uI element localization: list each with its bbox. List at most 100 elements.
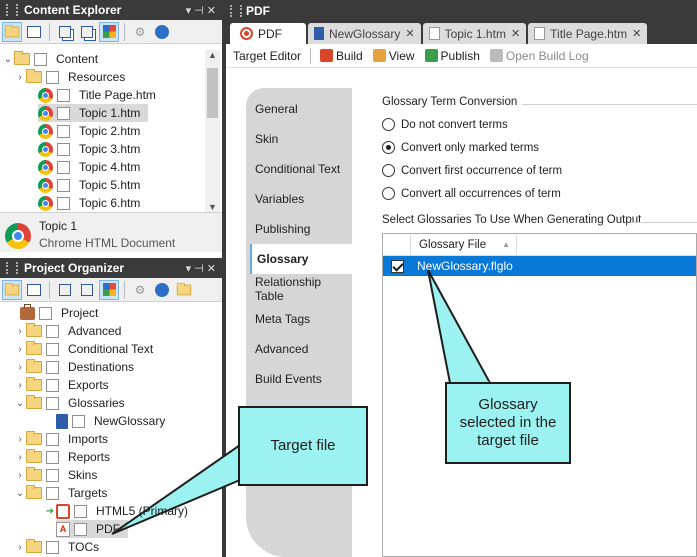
layout-dropdown-icon[interactable]	[24, 22, 44, 42]
tree-checkbox[interactable]	[57, 178, 70, 192]
tree-item[interactable]: › Conditional Text	[0, 340, 222, 358]
tree-item[interactable]: Topic 1.htm	[0, 104, 222, 122]
tree-checkbox[interactable]	[46, 396, 59, 410]
expand-arrow-icon[interactable]: ›	[14, 380, 26, 391]
side-tab-advanced[interactable]: Advanced	[254, 334, 352, 364]
tree-checkbox[interactable]	[46, 450, 59, 464]
side-tab-general[interactable]: General	[254, 94, 352, 124]
term-conversion-option[interactable]: Do not convert terms	[382, 118, 508, 131]
side-tab-build-events[interactable]: Build Events	[254, 364, 352, 394]
tab-title-page-htm[interactable]: Title Page.htm ✕	[528, 23, 648, 44]
grid-view-icon[interactable]	[99, 21, 119, 42]
tree-checkbox[interactable]	[57, 160, 70, 174]
tree-checkbox[interactable]	[46, 360, 59, 374]
build-button[interactable]: Build	[317, 49, 366, 63]
expand-arrow-icon[interactable]: ›	[14, 326, 26, 337]
tree-checkbox[interactable]	[57, 106, 70, 120]
tree-checkbox[interactable]	[46, 378, 59, 392]
expand-arrow-icon[interactable]: ⌄	[14, 488, 26, 499]
glossary-row[interactable]: NewGlossary.flglo	[383, 256, 696, 276]
tab-topic-1-htm[interactable]: Topic 1.htm ✕	[422, 23, 527, 44]
pane-controls[interactable]: ▾ ⊣ ✕	[186, 4, 216, 17]
glossary-file-column-header[interactable]: Glossary File ▲	[411, 233, 517, 256]
term-conversion-option[interactable]: Convert first occurrence of term	[382, 164, 562, 177]
tree-item[interactable]: › Resources	[0, 68, 222, 86]
expand-arrow-icon[interactable]: ›	[14, 362, 26, 373]
tree-item[interactable]: Project	[0, 304, 222, 322]
tree-checkbox[interactable]	[74, 504, 87, 518]
publish-button[interactable]: Publish	[422, 49, 483, 63]
duplicate-icon[interactable]	[77, 22, 97, 42]
tree-checkbox[interactable]	[46, 324, 59, 338]
tree-checkbox[interactable]	[46, 342, 59, 356]
scrollbar-thumb[interactable]	[207, 68, 218, 118]
close-icon[interactable]: ✕	[405, 27, 414, 40]
tree-checkbox[interactable]	[46, 540, 59, 554]
expand-arrow-icon[interactable]: ›	[14, 452, 26, 463]
tab-pdf[interactable]: PDF	[230, 23, 306, 44]
tree-checkbox[interactable]	[74, 522, 87, 536]
close-icon[interactable]: ✕	[511, 27, 520, 40]
side-tab-relationship-table[interactable]: Relationship Table	[254, 274, 352, 304]
copy-icon[interactable]	[55, 22, 75, 42]
tree-item[interactable]: › Skins	[0, 466, 222, 484]
tree-checkbox[interactable]	[57, 124, 70, 138]
content-explorer-scrollbar[interactable]: ▲ ▼	[205, 50, 220, 212]
side-tab-variables[interactable]: Variables	[254, 184, 352, 214]
glossary-checkbox[interactable]	[390, 259, 404, 273]
radio-button[interactable]	[382, 118, 395, 131]
expand-arrow-icon[interactable]: ›	[14, 434, 26, 445]
tree-item[interactable]: ⌄ Targets	[0, 484, 222, 502]
grip-icon[interactable]	[6, 262, 18, 274]
tree-item[interactable]: › Exports	[0, 376, 222, 394]
tree-checkbox[interactable]	[46, 432, 59, 446]
tree-item[interactable]: › TOCs	[0, 538, 222, 556]
radio-button[interactable]	[382, 164, 395, 177]
expand-arrow-icon[interactable]: ➜	[44, 506, 56, 517]
sync-icon[interactable]	[152, 22, 172, 42]
folder-view-icon[interactable]	[2, 21, 22, 42]
tree-item[interactable]: Topic 3.htm	[0, 140, 222, 158]
tree-item[interactable]: NewGlossary	[0, 412, 222, 430]
tab-newglossary[interactable]: NewGlossary ✕	[308, 23, 421, 44]
link-icon[interactable]: ⚙	[130, 22, 150, 42]
tree-checkbox[interactable]	[46, 468, 59, 482]
new-folder-icon[interactable]	[174, 280, 194, 300]
radio-button[interactable]	[382, 141, 395, 154]
grip-icon[interactable]	[6, 4, 18, 16]
side-tab-skin[interactable]: Skin	[254, 124, 352, 154]
grid-view-icon[interactable]	[99, 279, 119, 300]
tree-checkbox[interactable]	[46, 70, 59, 84]
tree-item[interactable]: › Destinations	[0, 358, 222, 376]
folder-view-icon[interactable]	[2, 279, 22, 300]
duplicate-icon[interactable]	[77, 280, 97, 300]
side-tab-meta-tags[interactable]: Meta Tags	[254, 304, 352, 334]
tree-item[interactable]: ➜ HTML5 (Primary)	[0, 502, 222, 520]
tree-item[interactable]: Topic 2.htm	[0, 122, 222, 140]
expand-arrow-icon[interactable]: ›	[14, 542, 26, 553]
side-tab-conditional-text[interactable]: Conditional Text	[254, 154, 352, 184]
expand-arrow-icon[interactable]: ⌄	[14, 398, 26, 409]
expand-arrow-icon[interactable]: ›	[14, 344, 26, 355]
tree-item[interactable]: A PDF	[0, 520, 222, 538]
close-icon[interactable]: ✕	[632, 27, 641, 40]
tree-item[interactable]: › Imports	[0, 430, 222, 448]
tree-item[interactable]: ⌄ Glossaries	[0, 394, 222, 412]
tree-checkbox[interactable]	[39, 306, 52, 320]
term-conversion-option[interactable]: Convert only marked terms	[382, 141, 539, 154]
pane-controls[interactable]: ▾ ⊣ ✕	[186, 262, 216, 275]
view-button[interactable]: View	[370, 49, 418, 63]
grip-icon[interactable]	[230, 5, 242, 17]
side-tab-publishing[interactable]: Publishing	[254, 214, 352, 244]
tree-item[interactable]: Topic 6.htm	[0, 194, 222, 212]
term-conversion-option[interactable]: Convert all occurrences of term	[382, 187, 561, 200]
radio-button[interactable]	[382, 187, 395, 200]
sync-icon[interactable]	[152, 280, 172, 300]
layout-icon[interactable]	[24, 280, 44, 300]
tree-checkbox[interactable]	[46, 486, 59, 500]
expand-arrow-icon[interactable]: ›	[14, 72, 26, 83]
tree-item[interactable]: › Advanced	[0, 322, 222, 340]
tree-checkbox[interactable]	[72, 414, 85, 428]
copy-icon[interactable]	[55, 280, 75, 300]
side-tab-glossary[interactable]: Glossary	[250, 244, 354, 274]
